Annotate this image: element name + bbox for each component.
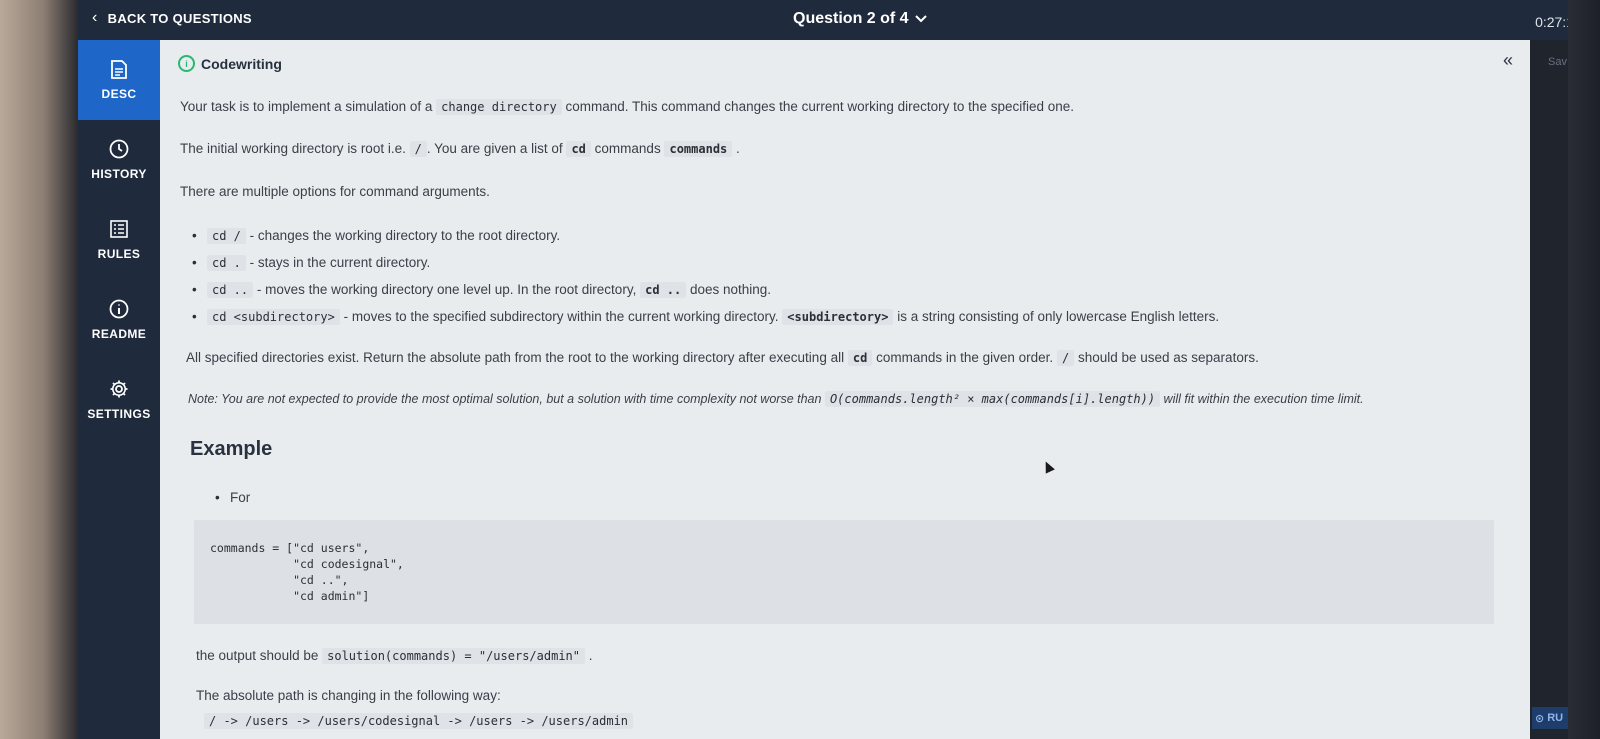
text: will fit within the execution time limit… xyxy=(1163,392,1364,406)
text: - moves to the specified subdirectory wi… xyxy=(343,309,779,324)
sidebar-item-history[interactable]: HISTORY xyxy=(78,120,160,200)
text: commands xyxy=(594,141,661,156)
back-to-questions-button[interactable]: ‹ BACK TO QUESTIONS xyxy=(92,9,252,27)
inline-code: cd . xyxy=(207,255,246,271)
sidebar-item-rules[interactable]: RULES xyxy=(78,200,160,280)
sidebar-item-label: SETTINGS xyxy=(87,407,151,421)
text: does nothing. xyxy=(689,282,772,297)
run-label: RU xyxy=(1547,712,1564,724)
inline-code: / xyxy=(1056,350,1075,366)
sidebar: DESC HISTORY RULES README SETTINGS xyxy=(78,40,160,739)
save-label: Sav xyxy=(1548,56,1567,68)
play-icon: ⊙ xyxy=(1535,712,1545,725)
list-item: cd / - changes the working directory to … xyxy=(192,228,561,244)
browser-screen: ‹ BACK TO QUESTIONS Question 2 of 4 0:27… xyxy=(78,0,1568,739)
path-sequence: / -> /users -> /users/codesignal -> /use… xyxy=(204,713,634,729)
list-item: cd . - stays in the current directory. xyxy=(192,255,431,271)
inline-code: change directory xyxy=(436,99,562,115)
sidebar-item-label: README xyxy=(91,327,147,341)
info-icon xyxy=(109,299,129,319)
question-selector-label: Question 2 of 4 xyxy=(793,10,909,27)
mouse-cursor xyxy=(1041,459,1055,474)
timer: 0:27:1 xyxy=(1535,14,1568,30)
text: Note: You are not expected to provide th… xyxy=(188,392,822,406)
inline-code: cd .. xyxy=(640,282,687,298)
inline-code: commands xyxy=(664,141,733,157)
inline-code: cd <subdirectory> xyxy=(207,309,340,325)
text: For xyxy=(230,490,251,505)
list-item: cd <subdirectory> - moves to the specifi… xyxy=(192,309,1220,325)
collapse-panel-button[interactable]: « xyxy=(1503,50,1513,71)
task-type-label: Codewriting xyxy=(201,55,282,72)
sidebar-item-label: DESC xyxy=(101,87,137,101)
example-code-block: commands = ["cd users", "cd codesignal",… xyxy=(194,520,1494,624)
sidebar-item-settings[interactable]: SETTINGS xyxy=(78,360,160,440)
text: All specified directories exist. Return … xyxy=(186,350,845,365)
text: - changes the working directory to the r… xyxy=(249,228,561,243)
editor-panel-edge: Sav ⊙ RU xyxy=(1530,40,1568,739)
question-selector[interactable]: Question 2 of 4 xyxy=(793,10,927,28)
list-icon xyxy=(109,219,129,239)
inline-code: / -> /users -> /users/codesignal -> /use… xyxy=(204,713,634,729)
inline-code: <subdirectory> xyxy=(782,309,894,325)
description-panel: i Codewriting « Your task is to implemen… xyxy=(160,40,1530,739)
gear-icon xyxy=(109,379,129,399)
back-label: BACK TO QUESTIONS xyxy=(107,10,252,26)
list-item: For xyxy=(215,490,251,505)
text: is a string consisting of only lowercase… xyxy=(897,309,1220,324)
inline-code: cd xyxy=(566,141,591,157)
text: should be used as separators. xyxy=(1077,350,1259,365)
top-bar: ‹ BACK TO QUESTIONS Question 2 of 4 0:27… xyxy=(78,0,1568,40)
run-button[interactable]: ⊙ RU xyxy=(1532,707,1568,729)
paragraph-path-change: The absolute path is changing in the fol… xyxy=(196,688,501,703)
paragraph-return: All specified directories exist. Return … xyxy=(186,350,1259,366)
text: . You are given a list of xyxy=(426,141,563,156)
sidebar-item-readme[interactable]: README xyxy=(78,280,160,360)
paragraph-output: the output should be solution(commands) … xyxy=(196,648,593,664)
inline-code: solution(commands) = "/users/admin" xyxy=(322,648,585,664)
inline-code: cd / xyxy=(207,228,246,244)
clock-icon xyxy=(109,139,129,159)
example-heading: Example xyxy=(190,438,273,460)
text: command. This command changes the curren… xyxy=(565,99,1075,114)
inline-code: / xyxy=(409,141,427,157)
inline-code: cd xyxy=(847,350,873,366)
text: The initial working directory is root i.… xyxy=(180,141,406,156)
text: the output should be xyxy=(196,648,319,663)
sidebar-item-desc[interactable]: DESC xyxy=(78,40,160,120)
example-code: commands = ["cd users", "cd codesignal",… xyxy=(210,541,404,603)
codewriting-icon: i xyxy=(178,55,195,72)
paragraph-initial-dir: The initial working directory is root i.… xyxy=(180,141,740,157)
text: . xyxy=(588,648,593,663)
sidebar-item-label: HISTORY xyxy=(91,167,147,181)
list-item: cd .. - moves the working directory one … xyxy=(192,282,772,298)
text: . xyxy=(736,141,740,156)
text: - moves the working directory one level … xyxy=(256,282,637,297)
laptop-bezel-left xyxy=(0,0,78,739)
chevron-down-icon xyxy=(914,15,927,23)
chevron-left-icon: ‹ xyxy=(92,9,98,26)
laptop-bezel-right xyxy=(1566,0,1600,739)
paragraph-intro: Your task is to implement a simulation o… xyxy=(180,99,1075,115)
task-type-title: i Codewriting xyxy=(178,55,282,72)
text: commands in the given order. xyxy=(876,350,1054,365)
inline-code: O(commands.length² × max(commands[i].len… xyxy=(824,391,1161,407)
text: Your task is to implement a simulation o… xyxy=(180,99,433,114)
paragraph-options: There are multiple options for command a… xyxy=(180,184,490,199)
complexity-note: Note: You are not expected to provide th… xyxy=(188,391,1364,407)
inline-code: cd .. xyxy=(207,282,254,298)
sidebar-item-label: RULES xyxy=(97,247,141,261)
text: - stays in the current directory. xyxy=(249,255,431,270)
document-icon xyxy=(109,59,129,79)
